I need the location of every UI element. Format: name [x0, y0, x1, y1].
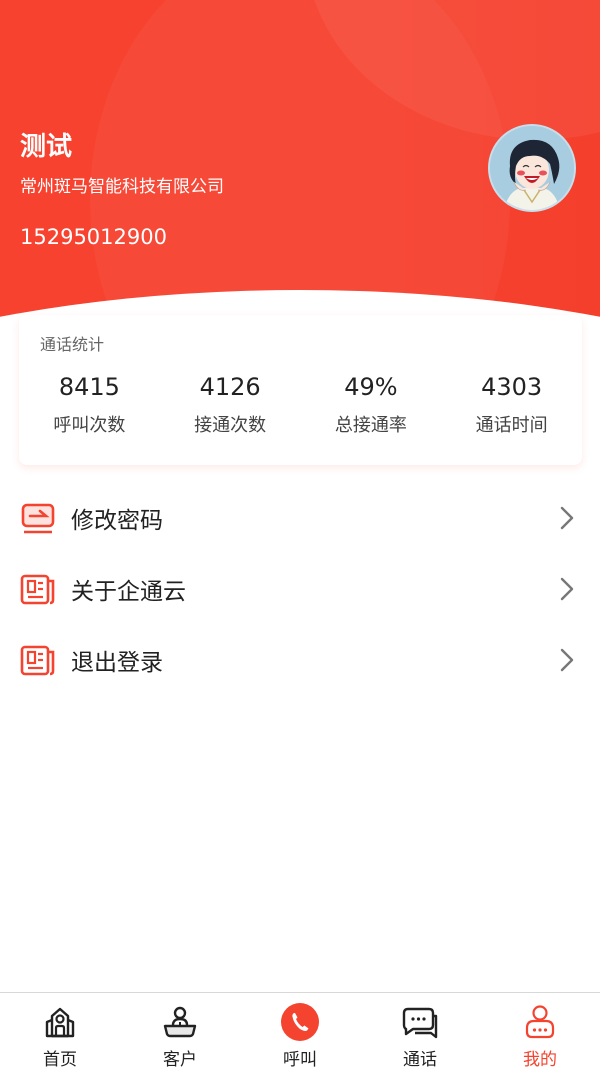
newspaper-icon: [20, 574, 55, 604]
stat-label: 通话时间: [475, 415, 548, 436]
stat-value: 4126: [199, 373, 261, 401]
user-avatar-cartoon-icon: [490, 126, 574, 210]
stat-value: 4303: [481, 373, 543, 401]
tab-customers[interactable]: 客户: [120, 993, 240, 1071]
customer-icon: [163, 1006, 197, 1038]
menu-item-logout[interactable]: 退出登录: [0, 624, 600, 695]
stat-value: 8415: [58, 373, 120, 401]
call-stats-card: 通话统计 8415 呼叫次数 4126 接通次数 49% 总接通率 4303 通…: [19, 315, 582, 465]
stat-connect-rate[interactable]: 49% 总接通率: [301, 371, 442, 437]
tab-conversations[interactable]: 通话: [360, 993, 480, 1071]
stat-label: 总接通率: [334, 415, 407, 436]
stats-title: 通话统计: [40, 335, 105, 354]
user-name: 测试: [20, 132, 73, 162]
chevron-right-icon: [560, 648, 574, 671]
stat-value: 49%: [344, 373, 398, 401]
tab-label: 呼叫: [283, 1050, 317, 1070]
chevron-right-icon: [560, 506, 574, 529]
stat-label: 接通次数: [194, 415, 267, 436]
menu-label: 关于企通云: [71, 578, 186, 605]
chevron-right-icon: [560, 577, 574, 600]
stats-row: 8415 呼叫次数 4126 接通次数 49% 总接通率 4303 通话时间: [19, 371, 582, 437]
chat-icon: [402, 1007, 438, 1039]
profile-icon: [525, 1005, 555, 1039]
menu-item-about[interactable]: 关于企通云: [0, 553, 600, 624]
company-name: 常州斑马智能科技有限公司: [20, 177, 224, 197]
stat-label: 呼叫次数: [53, 415, 126, 436]
stat-call-duration[interactable]: 4303 通话时间: [441, 371, 582, 437]
menu-label: 退出登录: [71, 649, 163, 676]
stat-total-calls[interactable]: 8415 呼叫次数: [19, 371, 160, 437]
menu-label: 修改密码: [71, 507, 163, 534]
stat-connected-calls[interactable]: 4126 接通次数: [160, 371, 301, 437]
home-icon: [45, 1007, 75, 1038]
menu-item-change-password[interactable]: 修改密码: [0, 482, 600, 553]
newspaper-icon: [20, 645, 55, 675]
phone-icon: [281, 1003, 319, 1041]
monitor-icon: [21, 503, 55, 533]
bottom-tab-bar: 首页 客户 呼叫 通话 我的: [0, 992, 600, 1071]
phone-number: 15295012900: [20, 225, 167, 249]
tab-mine[interactable]: 我的: [480, 993, 600, 1071]
avatar[interactable]: [488, 124, 576, 212]
tab-label: 首页: [43, 1050, 77, 1070]
tab-label: 通话: [403, 1050, 437, 1070]
tab-home[interactable]: 首页: [0, 993, 120, 1071]
settings-menu: 修改密码 关于企通云 退出登录: [0, 482, 600, 695]
tab-label: 我的: [523, 1050, 557, 1070]
tab-call[interactable]: 呼叫: [240, 993, 360, 1071]
tab-label: 客户: [163, 1050, 197, 1070]
